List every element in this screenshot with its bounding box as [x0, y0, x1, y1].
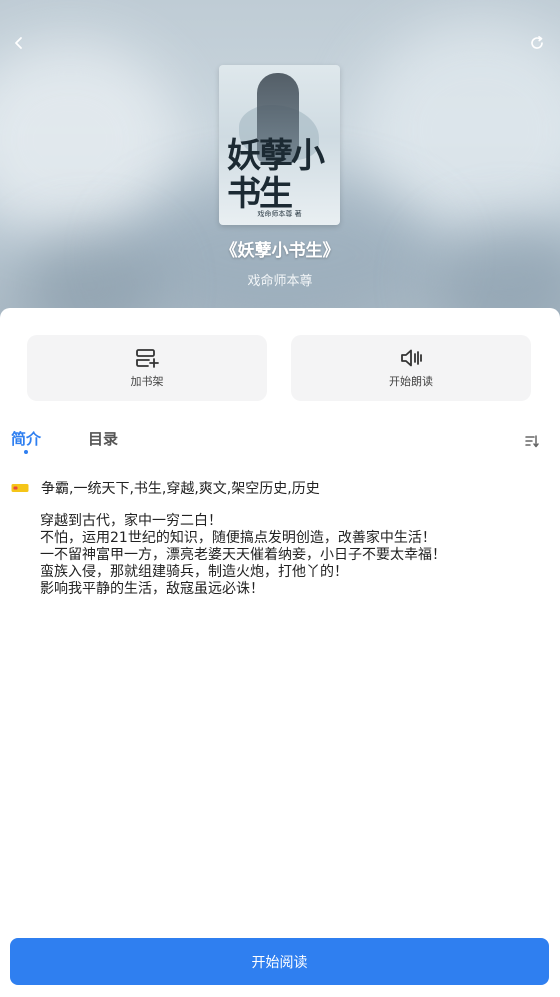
- start-listening-button[interactable]: 开始朗读: [291, 335, 531, 401]
- tags-text: 争霸,一统天下,书生,穿越,爽文,架空历史,历史: [41, 481, 320, 497]
- cover-author: 戏命师本尊 著: [257, 210, 302, 218]
- tag-icon: [11, 484, 29, 492]
- detail-tabs: 简介 目录: [0, 428, 560, 458]
- description-line: 影响我平静的生活，敌寇虽远必诛！: [40, 581, 264, 597]
- add-to-shelf-label: 加书架: [130, 374, 164, 388]
- cover-title: 妖孽小书生: [227, 136, 325, 214]
- add-to-shelf-button[interactable]: 加书架: [27, 335, 267, 401]
- start-reading-button[interactable]: 开始阅读: [10, 938, 549, 985]
- description-line: 蛮族入侵，那就组建骑兵，制造火炮，打他丫的！: [40, 564, 348, 580]
- description-line: 一不留神富甲一方，漂亮老婆天天催着纳妾，小日子不要太幸福！: [40, 547, 446, 563]
- active-tab-indicator: [24, 450, 28, 454]
- refresh-icon: [531, 36, 543, 49]
- book-cover[interactable]: 妖孽小书生 戏命师本尊 著: [219, 65, 340, 225]
- tab-toc[interactable]: 目录: [88, 428, 118, 449]
- book-title: 《妖孽小书生》: [220, 241, 340, 261]
- book-detail-panel: 加书架 开始朗读 简介 目录 争霸,一统天下,书生,穿越,爽文,架空历史,历史 …: [0, 308, 560, 997]
- tags-row: 争霸,一统天下,书生,穿越,爽文,架空历史,历史: [11, 478, 320, 498]
- description-line: 不怕，运用21世纪的知识，随便搞点发明创造，改善家中生活！: [40, 530, 436, 546]
- sort-button[interactable]: [521, 431, 541, 451]
- book-description: 穿越到古代，家中一穷二白！ 不怕，运用21世纪的知识，随便搞点发明创造，改善家中…: [40, 513, 540, 598]
- sort-icon: [525, 435, 539, 448]
- tab-intro[interactable]: 简介: [11, 428, 41, 449]
- start-listening-label: 开始朗读: [389, 374, 433, 388]
- book-header: 妖孽小书生 戏命师本尊 著 《妖孽小书生》 戏命师本尊: [0, 0, 560, 330]
- back-button[interactable]: [5, 29, 33, 57]
- description-line: 穿越到古代，家中一穷二白！: [40, 513, 222, 529]
- bookshelf-add-icon: [136, 348, 159, 368]
- start-reading-label: 开始阅读: [251, 954, 308, 971]
- book-author[interactable]: 戏命师本尊: [0, 270, 560, 289]
- chevron-left-icon: [15, 37, 22, 49]
- refresh-button[interactable]: [523, 29, 551, 57]
- speaker-icon: [401, 349, 422, 366]
